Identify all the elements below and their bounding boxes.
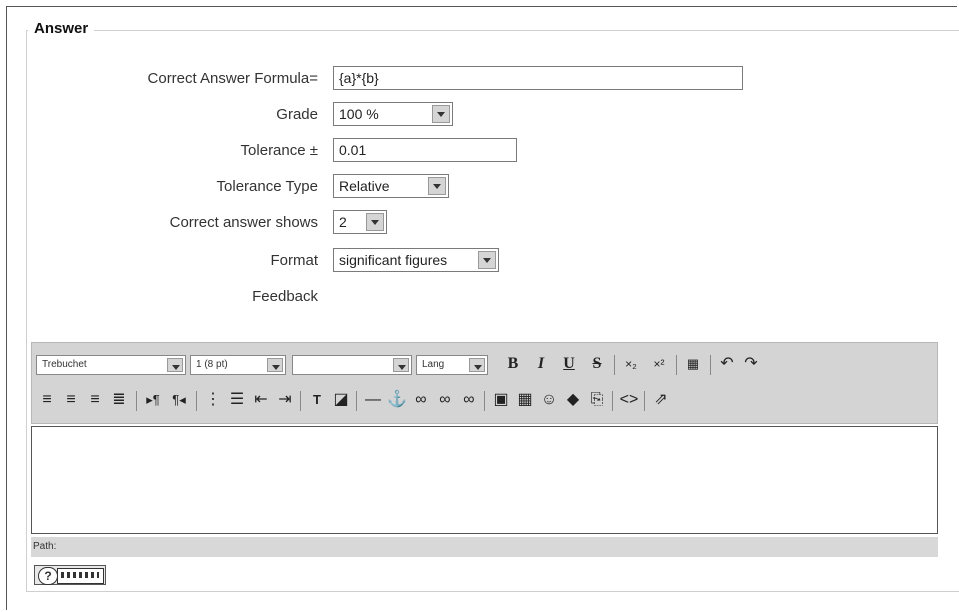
- strikethrough-icon[interactable]: S: [586, 353, 608, 375]
- table-icon[interactable]: ▦: [514, 389, 536, 411]
- tolerance-type-value: Relative: [339, 178, 390, 194]
- lang-select[interactable]: Lang: [416, 355, 488, 375]
- horizontal-rule-icon[interactable]: —: [362, 389, 384, 411]
- tolerance-type-select[interactable]: Relative: [333, 174, 449, 198]
- ordered-list-icon[interactable]: ⋮: [202, 389, 224, 411]
- toolbar-separator: [484, 391, 485, 411]
- undo-icon[interactable]: ↶: [716, 353, 738, 375]
- unordered-list-icon[interactable]: ☰: [226, 389, 248, 411]
- grade-select[interactable]: 100 %: [333, 102, 453, 126]
- text-color-icon[interactable]: T: [306, 389, 328, 411]
- grade-label: Grade: [276, 106, 318, 123]
- toolbar-separator: [644, 391, 645, 411]
- correct-shows-label: Correct answer shows: [169, 214, 318, 231]
- format-row: Format significant figures: [0, 248, 959, 274]
- link-icon[interactable]: ∞: [410, 389, 432, 411]
- format-select[interactable]: significant figures: [333, 248, 499, 272]
- path-label: Path:: [33, 541, 57, 552]
- tolerance-type-label: Tolerance Type: [216, 178, 318, 195]
- feedback-label: Feedback: [252, 288, 318, 305]
- correct-shows-select[interactable]: 2: [333, 210, 387, 234]
- font-select[interactable]: Trebuchet: [36, 355, 186, 375]
- outdent-icon[interactable]: ⇤: [250, 389, 272, 411]
- correct-shows-row: Correct answer shows 2: [0, 210, 959, 236]
- toolbar-separator: [196, 391, 197, 411]
- feedback-editor: Trebuchet 1 (8 pt) Lang B I U S ×₂ ×² ▦ …: [31, 342, 938, 558]
- indent-icon[interactable]: ⇥: [274, 389, 296, 411]
- chevron-down-icon: [432, 105, 450, 123]
- size-select-value: 1 (8 pt): [196, 359, 228, 370]
- bold-icon[interactable]: B: [502, 353, 524, 375]
- grade-row: Grade 100 %: [0, 102, 959, 128]
- toolbar-separator: [614, 355, 615, 375]
- subscript-icon[interactable]: ×₂: [620, 353, 642, 375]
- chevron-down-icon: [469, 358, 485, 372]
- correct-shows-value: 2: [339, 214, 347, 230]
- align-left-icon[interactable]: ≡: [36, 389, 58, 411]
- editor-toolbar: Trebuchet 1 (8 pt) Lang B I U S ×₂ ×² ▦ …: [31, 342, 938, 424]
- chevron-down-icon: [167, 358, 183, 372]
- fullscreen-icon[interactable]: ⇗: [650, 389, 672, 411]
- help-keyboard-button[interactable]: ?: [34, 565, 106, 585]
- chevron-down-icon: [428, 177, 446, 195]
- rtl-icon[interactable]: ¶◂: [168, 389, 190, 411]
- grade-value: 100 %: [339, 106, 379, 122]
- keyboard-icon: [57, 568, 104, 584]
- lang-select-value: Lang: [422, 359, 445, 370]
- chevron-down-icon: [478, 251, 496, 269]
- style-select[interactable]: [292, 355, 412, 375]
- tolerance-label: Tolerance ±: [240, 142, 318, 159]
- toolbar-separator: [300, 391, 301, 411]
- paste-icon[interactable]: ⎘: [586, 389, 608, 411]
- help-icon: ?: [38, 567, 58, 585]
- formula-label: Correct Answer Formula=: [147, 70, 318, 87]
- nolink-icon[interactable]: ∞: [458, 389, 480, 411]
- font-select-value: Trebuchet: [42, 359, 87, 370]
- redo-icon[interactable]: ↷: [740, 353, 762, 375]
- chevron-down-icon: [267, 358, 283, 372]
- toolbar-separator: [710, 355, 711, 375]
- tolerance-type-row: Tolerance Type Relative: [0, 174, 959, 200]
- unlink-icon[interactable]: ∞: [434, 389, 456, 411]
- highlight-color-icon[interactable]: ◪: [330, 389, 352, 411]
- format-label: Format: [270, 252, 318, 269]
- special-char-icon[interactable]: ◆: [562, 389, 584, 411]
- underline-icon[interactable]: U: [558, 353, 580, 375]
- formula-input[interactable]: {a}*{b}: [333, 66, 743, 90]
- chevron-down-icon: [366, 213, 384, 231]
- html-source-icon[interactable]: <>: [618, 389, 640, 411]
- toolbar-separator: [356, 391, 357, 411]
- answer-legend: Answer: [28, 20, 95, 37]
- align-right-icon[interactable]: ≡: [84, 389, 106, 411]
- editor-content-area[interactable]: [31, 426, 938, 534]
- justify-icon[interactable]: ≣: [108, 389, 130, 411]
- toolbar-separator: [612, 391, 613, 411]
- editor-path-bar: Path:: [31, 537, 938, 557]
- toolbar-separator: [136, 391, 137, 411]
- tolerance-row: Tolerance ± 0.01: [0, 138, 959, 164]
- format-value: significant figures: [339, 252, 448, 268]
- toolbar-separator: [676, 355, 677, 375]
- formula-row: Correct Answer Formula= {a}*{b}: [0, 66, 959, 92]
- size-select[interactable]: 1 (8 pt): [190, 355, 286, 375]
- feedback-row: Feedback: [0, 284, 959, 310]
- italic-icon[interactable]: I: [530, 353, 552, 375]
- smiley-icon[interactable]: ☺: [538, 389, 560, 411]
- image-icon[interactable]: ▣: [490, 389, 512, 411]
- clean-word-icon[interactable]: ▦: [682, 353, 704, 375]
- tolerance-input[interactable]: 0.01: [333, 138, 517, 162]
- ltr-icon[interactable]: ▸¶: [142, 389, 164, 411]
- anchor-icon[interactable]: ⚓: [386, 389, 408, 411]
- chevron-down-icon: [393, 358, 409, 372]
- superscript-icon[interactable]: ×²: [648, 353, 670, 375]
- align-center-icon[interactable]: ≡: [60, 389, 82, 411]
